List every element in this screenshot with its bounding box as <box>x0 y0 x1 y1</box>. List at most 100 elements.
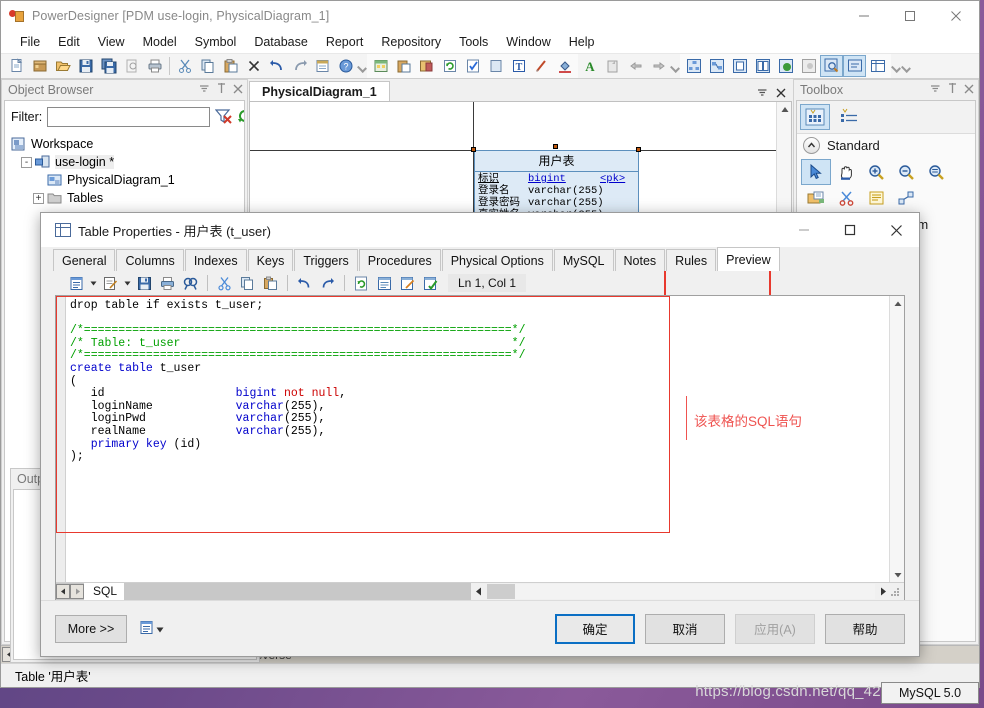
tree-expander-collapse[interactable]: - <box>21 156 32 168</box>
menu-view[interactable]: View <box>89 31 134 53</box>
edit-icon[interactable] <box>99 273 122 294</box>
dialog-minimize-button[interactable] <box>781 213 827 247</box>
export-icon[interactable] <box>601 55 624 77</box>
dialog-close-button[interactable] <box>873 213 919 247</box>
resize-grip[interactable] <box>891 586 901 596</box>
tab-keys[interactable]: Keys <box>247 249 294 271</box>
menu-report[interactable]: Report <box>317 31 373 53</box>
print-icon[interactable] <box>156 273 179 294</box>
scroll-left-arrow[interactable] <box>471 584 487 599</box>
scissors-icon[interactable] <box>831 185 861 211</box>
tab-triggers[interactable]: Triggers <box>294 249 358 271</box>
menu-repository[interactable]: Repository <box>372 31 450 53</box>
close-button[interactable] <box>933 1 979 31</box>
properties-icon[interactable] <box>311 55 334 77</box>
footer-dropdown[interactable] <box>139 620 164 638</box>
sql-code-area[interactable]: drop table if exists t_user; /*=========… <box>66 296 889 582</box>
menu-file[interactable]: File <box>11 31 49 53</box>
print-preview-icon[interactable] <box>120 55 143 77</box>
grid-view-icon[interactable] <box>800 104 830 130</box>
tab-preview[interactable]: Preview <box>717 247 780 271</box>
selection-handle[interactable] <box>636 147 641 152</box>
generate-icon[interactable] <box>415 55 438 77</box>
zoom-out-icon[interactable] <box>891 159 921 185</box>
selection-handle[interactable] <box>553 144 558 149</box>
paste-model-icon[interactable] <box>392 55 415 77</box>
chevron-down-icon[interactable] <box>156 622 164 636</box>
zoom-fit-icon[interactable] <box>921 159 951 185</box>
picture-icon[interactable] <box>797 55 820 77</box>
dialog-maximize-button[interactable] <box>827 213 873 247</box>
merge-icon[interactable] <box>774 55 797 77</box>
tab-general[interactable]: General <box>53 249 116 271</box>
filter-input[interactable] <box>47 107 211 127</box>
tab-physicaldiagram-1[interactable]: PhysicalDiagram_1 <box>249 81 390 101</box>
paste-icon[interactable] <box>259 273 282 294</box>
find-icon[interactable] <box>179 273 202 294</box>
diagram-link-icon[interactable] <box>705 55 728 77</box>
selection-handle[interactable] <box>471 147 476 152</box>
chevron-down-icon[interactable] <box>199 83 210 97</box>
minimize-button[interactable] <box>841 1 887 31</box>
next-icon[interactable] <box>647 55 670 77</box>
tab-columns[interactable]: Columns <box>116 249 184 271</box>
pencil-icon[interactable] <box>530 55 553 77</box>
toolbar-overflow-4[interactable] <box>903 57 909 75</box>
tree-item-physicaldiagram-1[interactable]: PhysicalDiagram_1 <box>11 171 244 189</box>
scroll-right-arrow[interactable] <box>875 584 891 599</box>
tree-item-tables[interactable]: + Tables <box>11 189 244 207</box>
prev-icon[interactable] <box>624 55 647 77</box>
more-button[interactable]: More >> <box>55 614 127 643</box>
menu-help[interactable]: Help <box>560 31 604 53</box>
delete-icon[interactable] <box>242 55 265 77</box>
paste-icon[interactable] <box>219 55 242 77</box>
redo-icon[interactable] <box>288 55 311 77</box>
copy-icon[interactable] <box>196 55 219 77</box>
compare-icon[interactable] <box>751 55 774 77</box>
menu-tools[interactable]: Tools <box>450 31 497 53</box>
properties-icon[interactable] <box>373 273 396 294</box>
blank-page-icon[interactable] <box>484 55 507 77</box>
refresh-icon[interactable] <box>350 273 373 294</box>
cancel-button[interactable]: 取消 <box>645 613 725 644</box>
tree-item-use-login[interactable]: - use-login * <box>11 153 244 171</box>
copy-icon[interactable] <box>236 273 259 294</box>
pin-icon[interactable] <box>217 83 226 97</box>
tab-indexes[interactable]: Indexes <box>184 249 247 271</box>
help-icon[interactable]: ? <box>334 55 357 77</box>
tree-expander-expand[interactable]: + <box>33 192 44 204</box>
edit-with-icon[interactable] <box>396 273 419 294</box>
open-package-icon[interactable] <box>801 185 831 211</box>
validate-icon[interactable] <box>419 273 442 294</box>
note-icon[interactable] <box>861 185 891 211</box>
hscroll-track[interactable] <box>487 583 875 599</box>
format-text-icon[interactable]: A <box>578 55 601 77</box>
save-icon[interactable] <box>133 273 156 294</box>
cut-icon[interactable] <box>173 55 196 77</box>
help-button[interactable]: 帮助 <box>825 613 905 644</box>
tab-rules[interactable]: Rules <box>666 249 717 271</box>
page-view-icon[interactable] <box>728 55 751 77</box>
menu-edit[interactable]: Edit <box>49 31 89 53</box>
list-view-icon[interactable] <box>834 104 864 130</box>
save-all-icon[interactable] <box>97 55 120 77</box>
toolbar-overflow-3[interactable] <box>893 57 899 75</box>
diagram-tree-icon[interactable] <box>682 55 705 77</box>
tab-mysql[interactable]: MySQL <box>553 249 614 271</box>
editor-vertical-scrollbar[interactable] <box>889 296 904 582</box>
chevron-up-icon[interactable] <box>803 137 820 154</box>
maximize-button[interactable] <box>887 1 933 31</box>
close-icon[interactable] <box>233 83 243 97</box>
refresh-icon[interactable] <box>237 108 244 127</box>
editor-tab-prev-arrow[interactable] <box>56 583 70 599</box>
clear-filter-icon[interactable] <box>214 108 232 127</box>
list-icon[interactable] <box>139 620 154 638</box>
menu-model[interactable]: Model <box>134 31 186 53</box>
zoom-in-icon[interactable] <box>861 159 891 185</box>
refresh-icon[interactable] <box>438 55 461 77</box>
scroll-up-arrow[interactable] <box>890 296 905 311</box>
tab-notes[interactable]: Notes <box>614 249 666 271</box>
scroll-down-arrow[interactable] <box>890 567 905 582</box>
editor-tab-next-arrow[interactable] <box>70 583 84 599</box>
scroll-up-arrow[interactable] <box>777 102 791 117</box>
